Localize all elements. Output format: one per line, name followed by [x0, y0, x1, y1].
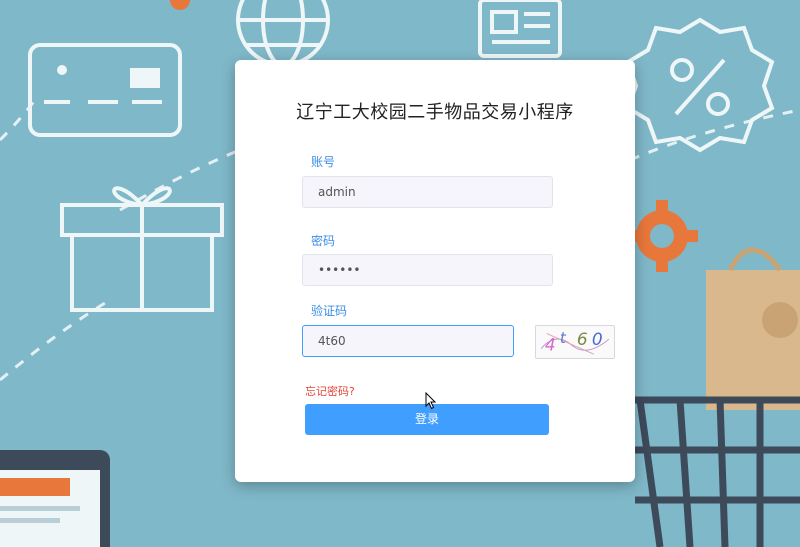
captcha-char-2: t: [560, 329, 567, 347]
captcha-input[interactable]: 4t60: [302, 325, 514, 357]
login-card: 辽宁工大校园二手物品交易小程序 账号 admin 密码 •••••• 验证码 4…: [235, 60, 635, 482]
account-input[interactable]: admin: [302, 176, 553, 208]
captcha-char-1: 4: [545, 334, 556, 354]
captcha-label: 验证码: [311, 304, 348, 318]
page-title: 辽宁工大校园二手物品交易小程序: [296, 102, 574, 123]
tablet-icon: [0, 450, 110, 547]
password-input[interactable]: ••••••: [302, 254, 553, 286]
captcha-char-3: 6: [577, 329, 588, 349]
password-label: 密码: [311, 234, 336, 248]
account-label: 账号: [311, 155, 336, 169]
captcha-image[interactable]: 4 t 6 0: [535, 325, 615, 359]
mouse-cursor-icon: [425, 392, 437, 410]
forgot-password-link[interactable]: 忘记密码?: [305, 383, 355, 399]
shopping-bag-icon: [706, 247, 800, 410]
captcha-char-4: 0: [592, 329, 603, 349]
